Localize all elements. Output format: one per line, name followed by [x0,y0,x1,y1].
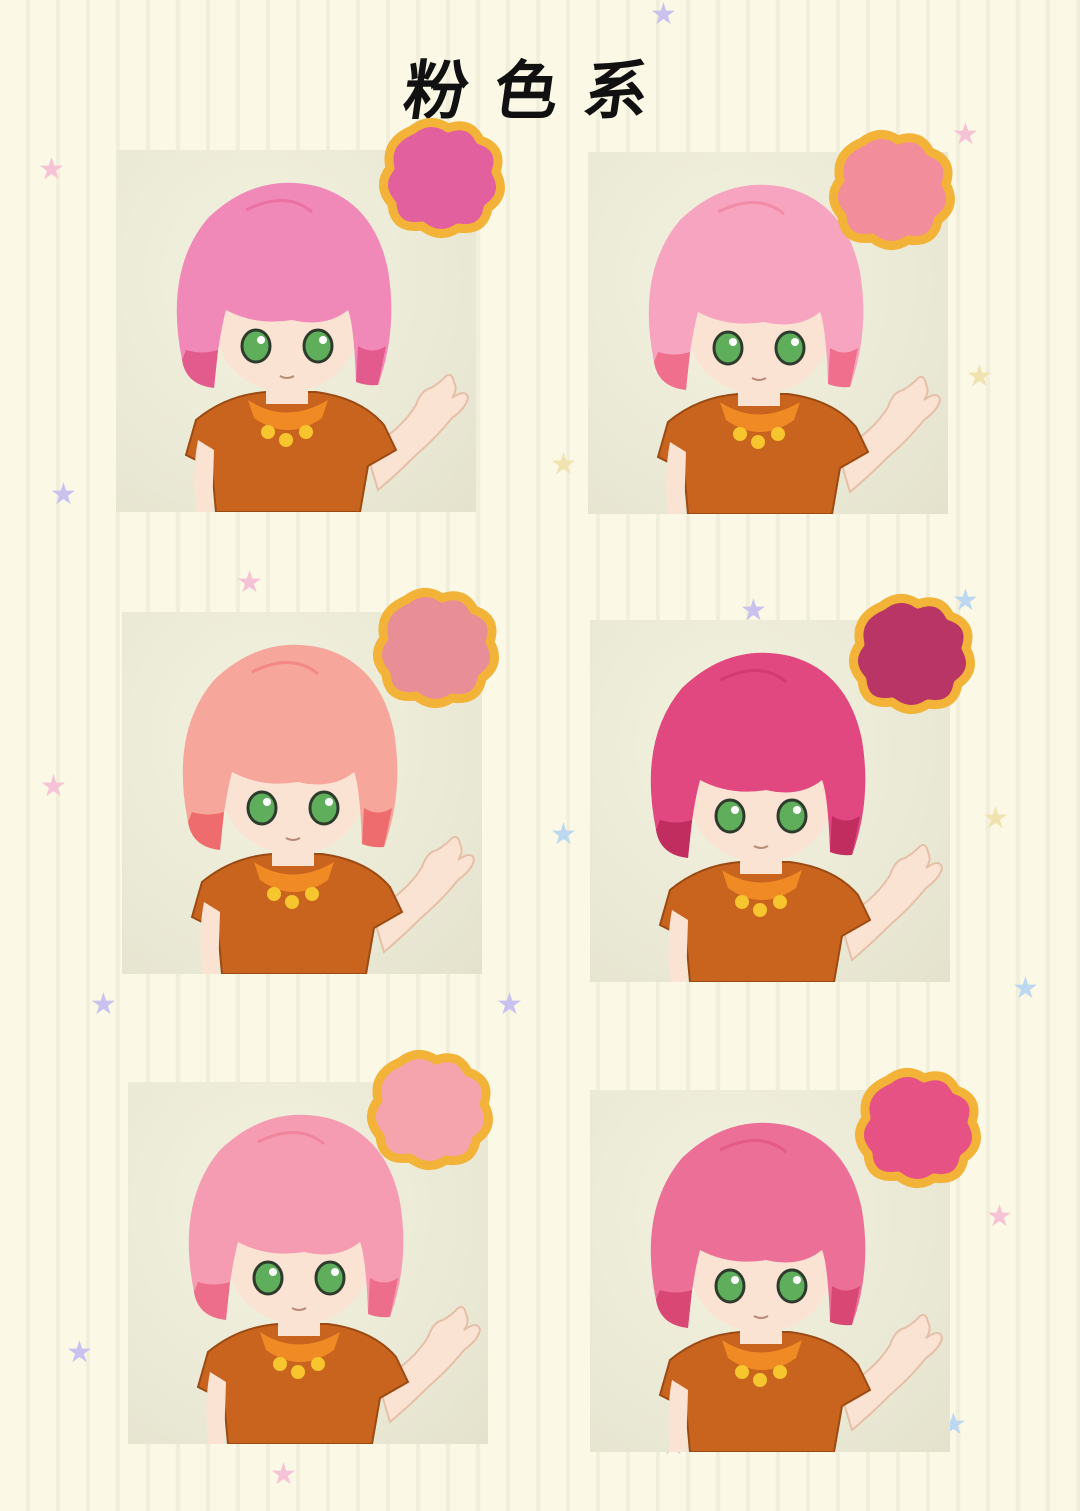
shirt-shape [658,1331,872,1452]
scarf-charm [305,887,319,901]
hair-tip-right [830,816,860,856]
left-arm-shape [200,902,220,974]
hair-tip-right [356,346,386,386]
swatch-blob [829,130,955,250]
left-arm-shape [194,440,214,512]
scarf-charm [773,895,787,909]
eye-left [714,1268,746,1304]
scarf-charm [273,1357,287,1371]
star-icon: ★ [966,359,993,394]
star-icon: ★ [90,987,117,1022]
scarf-charm [751,435,765,449]
left-arm-shape [668,910,688,982]
swatch-blob [379,118,505,238]
eye-right [776,1268,808,1304]
shirt-shape [190,853,404,974]
page-title: 粉色系 [398,55,680,129]
color-swatch [842,588,982,718]
scarf-charm [267,887,281,901]
shirt-shape [656,393,870,514]
color-swatch [848,1062,988,1192]
swatch-blob [367,1050,493,1170]
scarf-charm [735,895,749,909]
scarf-charm [299,425,313,439]
star-icon: ★ [270,1457,297,1492]
star-icon: ★ [38,152,65,187]
scarf-charm [285,895,299,909]
scarf-charm [733,427,747,441]
swatch-blob [849,594,975,714]
eye-left [246,790,278,826]
scarf-charm [753,1373,767,1387]
hair-tip-left [656,820,692,858]
star-icon: ★ [496,987,523,1022]
scarf-charm [261,425,275,439]
hair-tip-right [828,348,858,388]
color-swatch [822,124,962,254]
star-icon: ★ [50,477,77,512]
star-icon: ★ [550,447,577,482]
star-icon: ★ [550,817,577,852]
shirt-shape [196,1323,410,1444]
shirt-shape [658,861,872,982]
star-icon: ★ [66,1335,93,1370]
scarf-charm [291,1365,305,1379]
scarf-charm [753,903,767,917]
eye-left [252,1260,284,1296]
hair-tip-right [362,808,392,848]
hair-tip-left [654,352,690,390]
eye-left [714,798,746,834]
star-icon: ★ [650,0,677,32]
hair-tip-left [188,812,224,850]
left-arm-shape [666,442,686,514]
hair-tip-left [194,1282,230,1320]
scarf-charm [311,1357,325,1371]
scarf-charm [279,433,293,447]
eye-right [774,330,806,366]
scarf-charm [735,1365,749,1379]
star-icon: ★ [982,801,1009,836]
scarf-charm [773,1365,787,1379]
hair-tip-left [656,1290,692,1328]
swatch-blob [373,588,499,708]
color-swatch [366,582,506,712]
eye-right [308,790,340,826]
color-swatch [372,112,512,242]
hair-tip-right [830,1286,860,1326]
star-icon: ★ [40,769,67,804]
hair-tip-left [182,350,218,388]
star-icon: ★ [986,1199,1013,1234]
eye-right [776,798,808,834]
color-swatch [360,1044,500,1174]
star-icon: ★ [1012,971,1039,1006]
star-icon: ★ [236,565,263,600]
scarf-charm [771,427,785,441]
shirt-shape [184,391,398,512]
eye-right [314,1260,346,1296]
swatch-blob [855,1068,981,1188]
left-arm-shape [668,1380,688,1452]
eye-right [302,328,334,364]
eye-left [712,330,744,366]
hair-tip-right [368,1278,398,1318]
eye-left [240,328,272,364]
left-arm-shape [206,1372,226,1444]
